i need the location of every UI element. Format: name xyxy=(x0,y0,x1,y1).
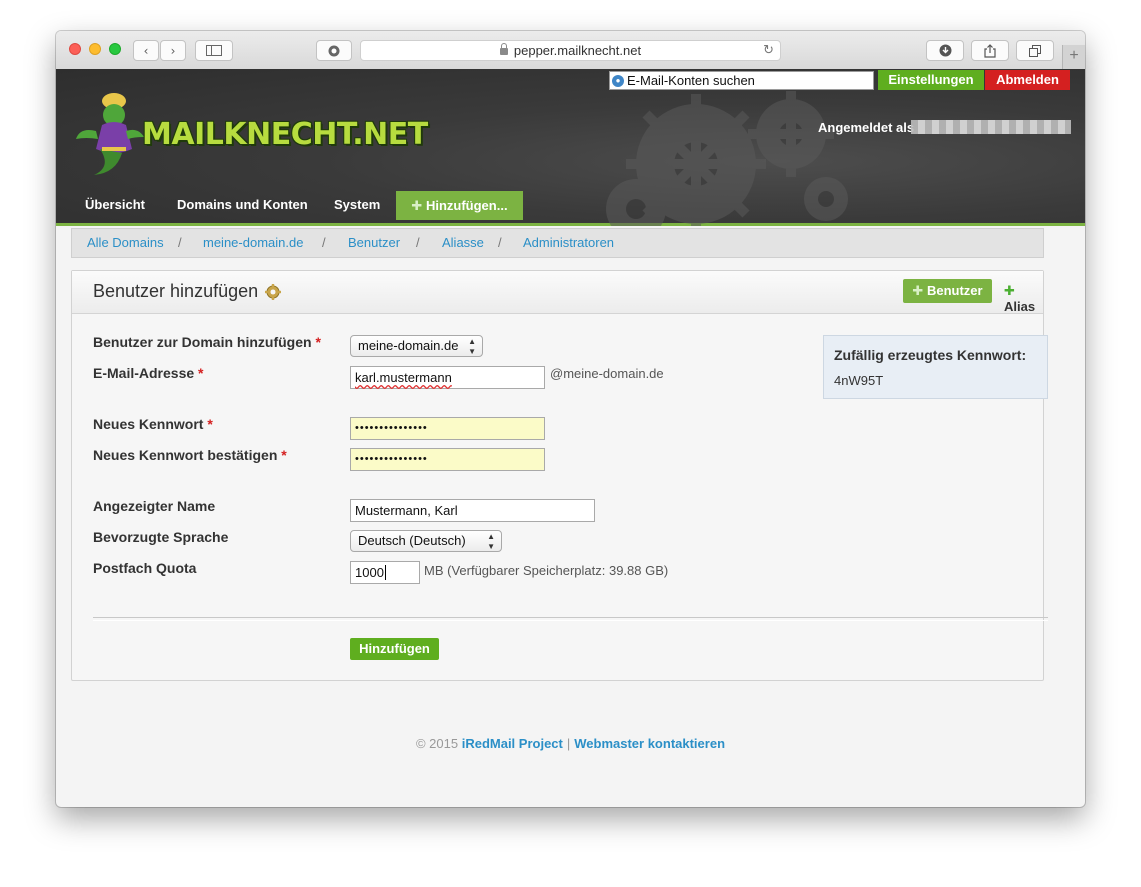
domain-select[interactable]: meine-domain.de ▲ ▼ xyxy=(350,335,483,357)
quota-label: Postfach Quota xyxy=(93,560,197,576)
plus-icon: + xyxy=(1069,47,1079,64)
password-input[interactable]: ••••••••••••••• xyxy=(350,417,545,440)
form-divider xyxy=(93,617,1048,621)
chevron-right-icon: › xyxy=(170,43,176,58)
browser-toolbar: ‹ › pepper.mailknecht.net ↻ + xyxy=(56,31,1085,70)
submit-add-user-button[interactable]: Hinzufügen xyxy=(350,638,439,660)
breadcrumb-all-domains[interactable]: Alle Domains xyxy=(87,235,164,250)
footer-separator: | xyxy=(566,736,571,751)
share-icon xyxy=(984,43,996,58)
share-button[interactable] xyxy=(971,40,1009,61)
email-domain-suffix: @meine-domain.de xyxy=(550,366,664,381)
language-select[interactable]: Deutsch (Deutsch) ▲ ▼ xyxy=(350,530,502,552)
tab-add-alias[interactable]: ✚ Alias xyxy=(1004,283,1043,314)
email-label: E-Mail-Adresse * xyxy=(93,365,204,381)
shield-icon xyxy=(328,45,340,56)
password-label: Neues Kennwort * xyxy=(93,416,213,432)
browser-window: ‹ › pepper.mailknecht.net ↻ + ● E-Mail-K… xyxy=(56,31,1085,807)
select-arrows-icon: ▲ ▼ xyxy=(468,337,476,356)
breadcrumb-separator: / xyxy=(498,235,502,250)
nav-add-button[interactable]: ✚ Hinzufügen... xyxy=(396,191,523,220)
breadcrumb-domain[interactable]: meine-domain.de xyxy=(203,235,303,250)
email-input[interactable]: karl.mustermann xyxy=(350,366,545,389)
nav-add-label: Hinzufügen... xyxy=(425,198,508,213)
breadcrumb-users[interactable]: Benutzer xyxy=(348,235,400,250)
nav-item-overview[interactable]: Übersicht xyxy=(85,191,145,219)
display-name-label: Angezeigter Name xyxy=(93,498,216,514)
plus-icon: ✚ xyxy=(912,283,924,298)
domain-select-value: meine-domain.de xyxy=(358,338,459,353)
breadcrumb-administrators[interactable]: Administratoren xyxy=(523,235,614,250)
account-search-input[interactable]: ● E-Mail-Konten suchen xyxy=(609,71,874,90)
plus-icon: ✚ xyxy=(1004,283,1015,298)
logout-button[interactable]: Abmelden xyxy=(985,70,1070,90)
tabs-icon xyxy=(1029,44,1041,57)
password-confirm-input[interactable]: ••••••••••••••• xyxy=(350,448,545,471)
lock-icon xyxy=(499,43,508,55)
tabs-button[interactable] xyxy=(1016,40,1054,61)
logged-in-label: Angemeldet als xyxy=(818,120,915,135)
page-footer: © 2015 iRedMail Project | Webmaster kontak… xyxy=(56,736,1085,751)
search-icon: ● xyxy=(612,74,624,87)
page-title: Benutzer hinzufügen xyxy=(93,281,259,301)
language-label: Bevorzugte Sprache xyxy=(93,529,229,545)
domain-label: Benutzer zur Domain hinzufügen * xyxy=(93,334,321,350)
tab-add-user[interactable]: ✚ Benutzer xyxy=(903,279,992,303)
footer-copyright: © 2015 xyxy=(415,736,459,751)
download-icon xyxy=(939,44,951,57)
breadcrumb-separator: / xyxy=(416,235,420,250)
text-cursor xyxy=(384,565,386,580)
settings-button[interactable]: Einstellungen xyxy=(878,70,984,90)
language-select-value: Deutsch (Deutsch) xyxy=(358,533,466,548)
site-header: ● E-Mail-Konten suchen Einstellungen Abm… xyxy=(56,69,1085,226)
display-name-input[interactable]: Mustermann, Karl xyxy=(350,499,595,522)
add-user-panel: Benutzer hinzufügen ✚ Benutzer ✚ Alias B… xyxy=(71,270,1048,681)
tab-add-alias-label: Alias xyxy=(1004,299,1036,314)
select-arrows-icon: ▲ ▼ xyxy=(487,532,495,551)
main-navigation: Übersicht Domains und Konten System ✚ Hi… xyxy=(56,191,756,223)
footer-contact-link[interactable]: Webmaster kontaktieren xyxy=(574,736,725,751)
nav-item-domains-accounts[interactable]: Domains und Konten xyxy=(177,191,308,219)
breadcrumb: Alle Domains / meine-domain.de / Benutze… xyxy=(71,228,1044,258)
new-tab-button[interactable]: + xyxy=(1062,45,1085,69)
genie-logo-icon xyxy=(76,93,144,175)
quota-value: 1000 xyxy=(355,565,384,580)
forward-button[interactable]: › xyxy=(160,40,186,61)
downloads-button[interactable] xyxy=(926,40,964,61)
email-value: karl.mustermann xyxy=(355,370,452,385)
plus-icon: ✚ xyxy=(411,198,423,213)
site-logo[interactable]: MAILKNECHT.NET xyxy=(142,117,428,152)
quota-suffix: MB (Verfügbarer Speicherplatz: 39.88 GB) xyxy=(424,563,669,578)
redacted-username xyxy=(911,120,1071,134)
password-confirm-label: Neues Kennwort bestätigen * xyxy=(93,447,287,463)
gear-icon xyxy=(265,284,281,300)
back-button[interactable]: ‹ xyxy=(133,40,159,61)
sidebar-icon xyxy=(206,45,222,56)
breadcrumb-aliases[interactable]: Aliasse xyxy=(442,235,484,250)
generated-password-title: Zufällig erzeugtes Kennwort: xyxy=(834,347,1027,363)
close-window-button[interactable] xyxy=(69,43,81,55)
sidebar-button[interactable] xyxy=(195,40,233,61)
generated-password-box: Zufällig erzeugtes Kennwort: 4nW95T xyxy=(823,335,1048,399)
quota-input[interactable]: 1000 xyxy=(350,561,420,584)
minimize-window-button[interactable] xyxy=(89,43,101,55)
nav-item-system[interactable]: System xyxy=(334,191,380,219)
tab-add-user-label: Benutzer xyxy=(926,283,983,298)
footer-project-link[interactable]: iRedMail Project xyxy=(462,736,563,751)
address-bar[interactable]: pepper.mailknecht.net ↻ xyxy=(360,40,781,61)
panel-header: Benutzer hinzufügen ✚ Benutzer ✚ Alias xyxy=(72,271,1043,314)
zoom-window-button[interactable] xyxy=(109,43,121,55)
privacy-button[interactable] xyxy=(316,40,352,61)
chevron-left-icon: ‹ xyxy=(143,43,149,58)
search-placeholder: E-Mail-Konten suchen xyxy=(627,73,755,88)
url-text: pepper.mailknecht.net xyxy=(513,43,642,58)
generated-password-value: 4nW95T xyxy=(834,373,884,388)
breadcrumb-separator: / xyxy=(322,235,326,250)
reload-icon[interactable]: ↻ xyxy=(763,42,774,58)
breadcrumb-separator: / xyxy=(178,235,182,250)
